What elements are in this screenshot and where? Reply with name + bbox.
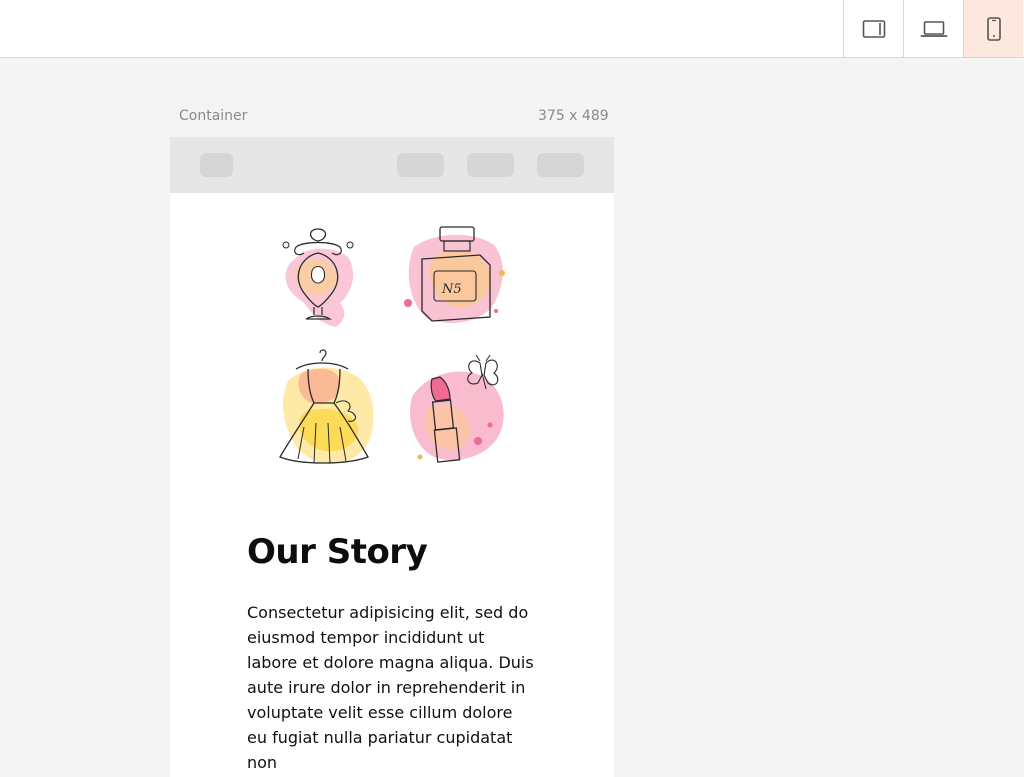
story-paragraph: Consectetur adipisicing elit, sed do eiu…: [247, 603, 534, 772]
mobile-icon: [986, 16, 1002, 41]
dress-icon: [274, 347, 378, 475]
lipstick-butterfly-icon: [406, 353, 514, 469]
story-heading: Our Story: [247, 532, 428, 572]
tablet-view-button[interactable]: [843, 0, 903, 57]
nav-link-placeholder: [537, 153, 584, 177]
top-toolbar: [0, 0, 1024, 58]
container-label: Container: [179, 108, 248, 124]
laptop-view-button[interactable]: [903, 0, 963, 57]
preview-frame[interactable]: N5 Our Story Consectetur adipisicing eli…: [170, 137, 614, 777]
svg-text:N5: N5: [441, 282, 462, 297]
nav-link-placeholder: [397, 153, 444, 177]
nav-link-placeholder: [467, 153, 514, 177]
tablet-icon: [862, 19, 886, 39]
container-size: 375 x 489: [538, 108, 609, 124]
laptop-icon: [920, 19, 948, 39]
logo-placeholder: [200, 153, 233, 177]
nav-placeholder: [170, 137, 614, 193]
mobile-view-button[interactable]: [963, 0, 1023, 57]
perfume-bottle-icon: [278, 223, 362, 331]
no5-perfume-icon: N5: [402, 219, 514, 331]
